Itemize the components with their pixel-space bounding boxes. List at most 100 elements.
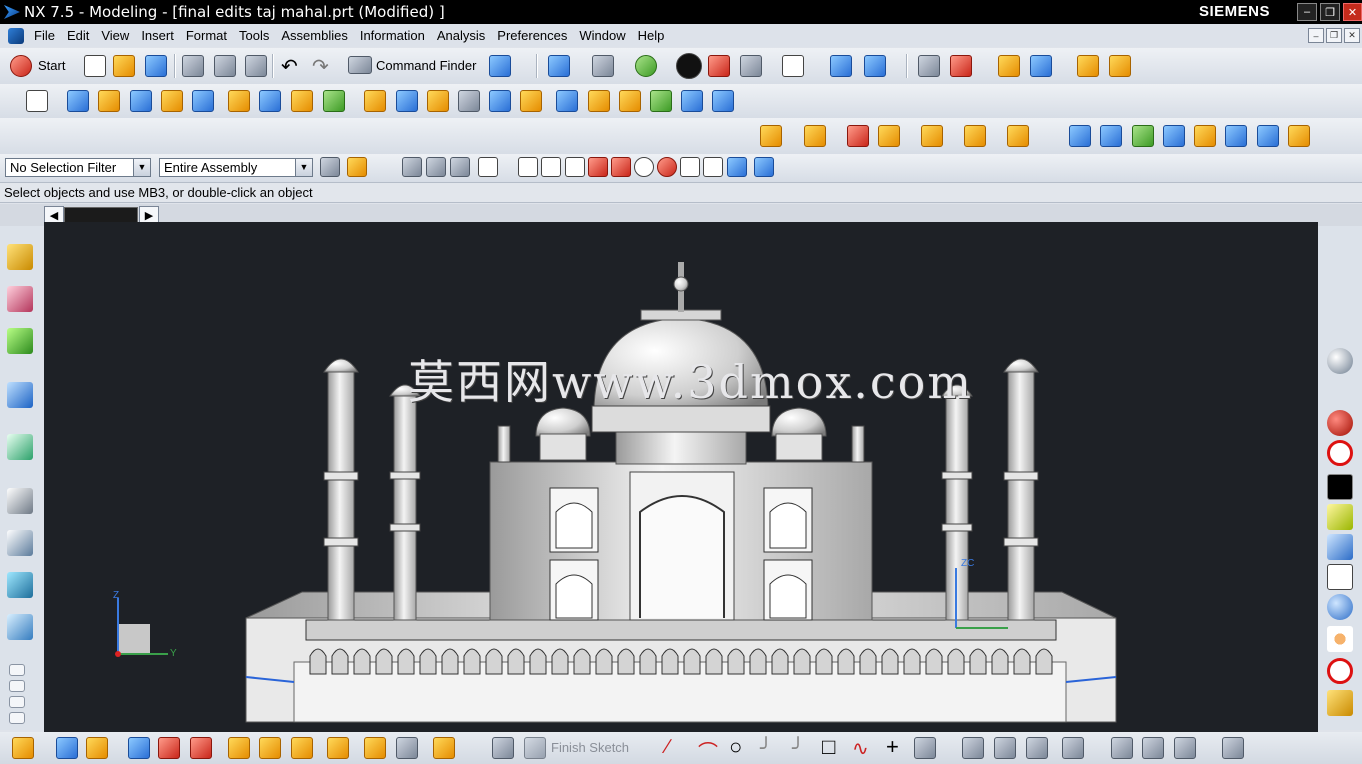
constraint-navigator-icon[interactable] xyxy=(7,286,33,312)
wcs-icon[interactable] xyxy=(950,55,972,77)
doc-minimize-icon[interactable]: – xyxy=(1308,28,1324,43)
scroll-down-icon[interactable] xyxy=(9,696,25,708)
assembly-navigator-icon[interactable] xyxy=(7,244,33,270)
new-component-icon[interactable] xyxy=(86,737,108,759)
select-features-icon[interactable] xyxy=(426,157,446,177)
internet-explorer-icon[interactable] xyxy=(7,382,33,408)
clock-icon[interactable] xyxy=(7,488,33,514)
boss-icon[interactable] xyxy=(192,90,214,112)
graphics-window[interactable]: Z Y ZC xyxy=(44,222,1318,732)
extrude-icon[interactable] xyxy=(67,90,89,112)
offset-curve-icon[interactable] xyxy=(1062,737,1084,759)
doc-close-icon[interactable]: ✕ xyxy=(1344,28,1360,43)
minimize-icon[interactable]: – xyxy=(1297,3,1317,21)
part-navigator-icon[interactable] xyxy=(7,328,33,354)
offset-region-icon[interactable] xyxy=(921,125,943,147)
edge-blend-icon[interactable] xyxy=(364,90,386,112)
pocket-icon[interactable] xyxy=(259,90,281,112)
visual-effects-icon[interactable] xyxy=(1327,594,1353,620)
revolve-icon[interactable] xyxy=(98,90,120,112)
edge-shaded-icon[interactable] xyxy=(708,55,730,77)
point-icon[interactable]: + xyxy=(886,734,899,760)
doc-restore-icon[interactable]: ❐ xyxy=(1326,28,1342,43)
offset-face-icon[interactable] xyxy=(650,90,672,112)
fillet-icon[interactable]: ╯ xyxy=(760,736,772,761)
copy-icon[interactable] xyxy=(214,55,236,77)
finish-sketch-button[interactable]: Finish Sketch xyxy=(551,740,629,755)
snap-midpoint-icon[interactable] xyxy=(541,157,561,177)
information-window-icon[interactable] xyxy=(489,55,511,77)
snap-quadrant-icon[interactable] xyxy=(657,157,677,177)
constrain-face-icon[interactable] xyxy=(1007,125,1029,147)
shell-icon[interactable] xyxy=(458,90,480,112)
no-entry-icon[interactable] xyxy=(1327,440,1353,466)
sketch-in-task-icon[interactable] xyxy=(492,737,514,759)
rectangle-select-icon[interactable] xyxy=(478,157,498,177)
quick-extend-icon[interactable] xyxy=(994,737,1016,759)
menu-assemblies[interactable]: Assemblies xyxy=(275,28,353,43)
snap-point-on-curve-icon[interactable] xyxy=(680,157,700,177)
thicken-icon[interactable] xyxy=(1288,125,1310,147)
start-button[interactable]: Start xyxy=(38,58,65,73)
new-file-icon[interactable] xyxy=(84,55,106,77)
rectangle-icon[interactable]: □ xyxy=(822,734,835,760)
menu-preferences[interactable]: Preferences xyxy=(491,28,573,43)
link-icon[interactable] xyxy=(364,737,386,759)
menu-tools[interactable]: Tools xyxy=(233,28,275,43)
chamfer-sketch-icon[interactable]: ╯ xyxy=(792,736,804,761)
polygon-icon[interactable]: ∿ xyxy=(852,736,869,761)
subtract-icon[interactable] xyxy=(520,90,542,112)
cut-icon[interactable] xyxy=(182,55,204,77)
rendering-style-icon[interactable] xyxy=(676,53,702,79)
select-all-icon[interactable] xyxy=(402,157,422,177)
type-filter-icon[interactable] xyxy=(347,157,367,177)
snap-bounded-icon[interactable] xyxy=(703,157,723,177)
snap-endpoint-icon[interactable] xyxy=(518,157,538,177)
layers-icon[interactable] xyxy=(918,55,940,77)
reposition-icon[interactable] xyxy=(158,737,180,759)
process-studio-icon[interactable] xyxy=(7,572,33,598)
line-icon[interactable]: ∕ xyxy=(666,736,669,759)
background-color-icon[interactable] xyxy=(1327,474,1353,500)
snap-intersection-icon[interactable] xyxy=(588,157,608,177)
pattern-component-icon[interactable] xyxy=(433,737,455,759)
tube-icon[interactable] xyxy=(619,90,641,112)
menu-insert[interactable]: Insert xyxy=(135,28,180,43)
sew-icon[interactable] xyxy=(1257,125,1279,147)
close-icon[interactable]: ✕ xyxy=(1343,3,1362,21)
settings-icon[interactable] xyxy=(320,157,340,177)
orient-view-icon[interactable] xyxy=(592,55,614,77)
mirror-icon[interactable] xyxy=(712,90,734,112)
hole-icon[interactable] xyxy=(161,90,183,112)
menu-window[interactable]: Window xyxy=(573,28,631,43)
constraints-icon[interactable] xyxy=(1111,737,1133,759)
selection-scope-dropdown[interactable]: Entire Assembly ▼ xyxy=(159,158,313,177)
material-sphere-icon[interactable] xyxy=(1327,410,1353,436)
wrench-icon[interactable] xyxy=(1327,690,1353,716)
menu-view[interactable]: View xyxy=(95,28,135,43)
user-icon[interactable] xyxy=(1327,534,1353,560)
view-section-icon[interactable] xyxy=(864,55,886,77)
selection-filter-dropdown[interactable]: No Selection Filter ▼ xyxy=(5,158,151,177)
sequence-icon[interactable] xyxy=(259,737,281,759)
through-curves-icon[interactable] xyxy=(1069,125,1091,147)
snap-face-icon[interactable] xyxy=(727,157,747,177)
auto-constrain-icon[interactable] xyxy=(1174,737,1196,759)
fit-view-icon[interactable] xyxy=(548,55,570,77)
show-all-constraints-icon[interactable] xyxy=(1222,737,1244,759)
menu-analysis[interactable]: Analysis xyxy=(431,28,491,43)
unite-icon[interactable] xyxy=(489,90,511,112)
background-icon[interactable] xyxy=(782,55,804,77)
trim-body-icon[interactable] xyxy=(556,90,578,112)
no-entry-icon[interactable] xyxy=(1327,658,1353,684)
system-materials-icon[interactable] xyxy=(7,530,33,556)
snap-point-icon[interactable] xyxy=(998,55,1020,77)
ruled-icon[interactable] xyxy=(1163,125,1185,147)
app-menu-icon[interactable] xyxy=(8,27,24,44)
move-face-icon[interactable] xyxy=(804,125,826,147)
dimension-icon[interactable] xyxy=(1142,737,1164,759)
profile-icon[interactable] xyxy=(636,737,658,759)
delete-face-icon[interactable] xyxy=(847,125,869,147)
shaded-sphere-icon[interactable] xyxy=(635,55,657,77)
clearance-icon[interactable] xyxy=(327,737,349,759)
